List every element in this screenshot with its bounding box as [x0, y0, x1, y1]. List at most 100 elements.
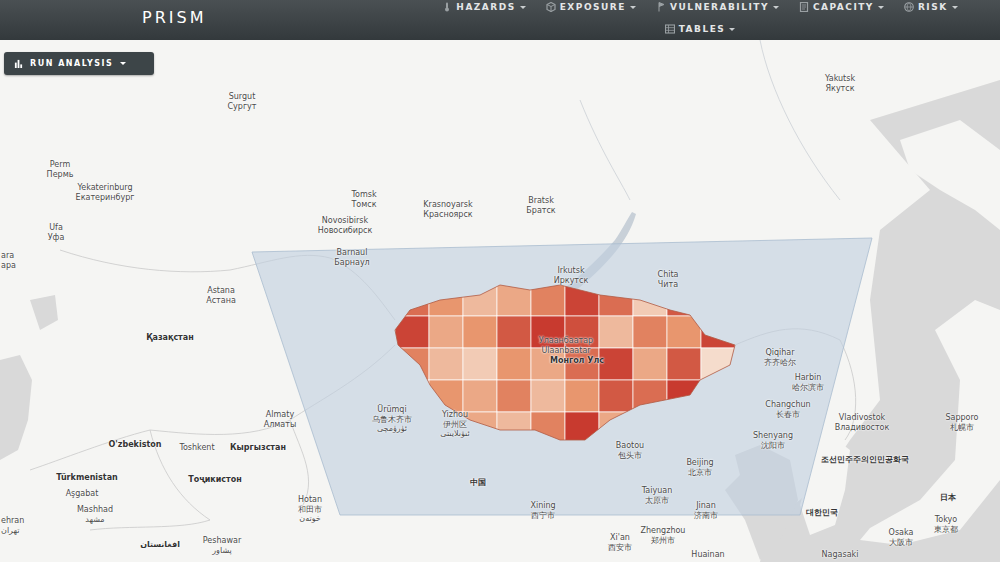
menu-row: TABLES	[665, 22, 736, 36]
district-region[interactable]	[565, 380, 599, 412]
district-region[interactable]	[667, 284, 701, 316]
city-label: Mashhadمشهد	[77, 505, 113, 524]
country-label: 日本	[940, 493, 956, 503]
bar-chart-icon	[14, 59, 23, 68]
city-label: Ürümqi乌鲁木齐市ئۈرۈمچی	[372, 405, 412, 434]
menu-item[interactable]: HAZARDS	[442, 2, 525, 12]
menu-item[interactable]: RISK	[904, 2, 958, 12]
country-label: 조선민주주의인민공화국	[821, 455, 909, 465]
city-label: YekaterinburgЕкатеринбург	[76, 183, 135, 202]
city-label: Nagasaki	[822, 550, 859, 560]
country-label: Қазақстан	[146, 333, 193, 343]
district-region[interactable]	[633, 380, 667, 412]
menu-item[interactable]: VULNERABILITY	[656, 2, 779, 12]
district-region[interactable]	[701, 412, 735, 444]
analysis-extent	[252, 238, 872, 515]
table-icon	[665, 24, 675, 34]
country-label: Монгол Улс	[550, 356, 604, 366]
district-region[interactable]	[599, 316, 633, 348]
city-label: Baotou包头市	[616, 441, 644, 460]
district-region[interactable]	[463, 348, 497, 380]
city-label: PermПермь	[47, 160, 74, 179]
district-region[interactable]	[633, 316, 667, 348]
district-region[interactable]	[599, 284, 633, 316]
dropdown-caret-icon	[729, 28, 735, 31]
city-label: VladivostokВладивосток	[835, 413, 890, 432]
city-label: Peshawarپشاور	[203, 536, 241, 555]
japan-land	[860, 300, 1000, 545]
city-label: KrasnoyarskКрасноярск	[423, 200, 472, 219]
city-label: SurgutСургут	[228, 92, 257, 111]
city-label: УлаанбаатарUlaanbaatar	[539, 336, 593, 355]
district-region[interactable]	[497, 316, 531, 348]
district-region[interactable]	[497, 284, 531, 316]
menu-item[interactable]: EXPOSURE	[546, 2, 636, 12]
dropdown-caret-icon	[520, 6, 526, 9]
district-region[interactable]	[565, 284, 599, 316]
map-view[interactable]: SurgutСургут PermПермьYekaterinburgЕкатер…	[0, 40, 1000, 562]
city-label: Aşgabat	[66, 489, 99, 499]
district-region[interactable]	[463, 380, 497, 412]
country-label: Тоҷикистон	[188, 475, 242, 485]
dropdown-caret-icon	[773, 6, 779, 9]
city-label: ChitaЧита	[658, 270, 679, 289]
city-label: Changchun长春市	[765, 400, 810, 419]
district-region[interactable]	[599, 380, 633, 412]
country-label: Türkmenistan	[56, 473, 118, 483]
district-region[interactable]	[429, 284, 463, 316]
city-label: Qiqihar齐齐哈尔	[764, 348, 796, 367]
district-region[interactable]	[463, 316, 497, 348]
district-region[interactable]	[395, 348, 429, 380]
city-label: Tokyo東京都	[934, 515, 958, 534]
district-region[interactable]	[429, 348, 463, 380]
district-region[interactable]	[429, 380, 463, 412]
district-region[interactable]	[463, 412, 497, 444]
district-region[interactable]	[633, 412, 667, 444]
district-region[interactable]	[497, 348, 531, 380]
city-label: UfaУфа	[48, 223, 65, 242]
district-region[interactable]	[395, 284, 429, 316]
city-label: BarnaulБарнаул	[334, 248, 369, 267]
country-label: 대한민국	[806, 508, 838, 518]
menu-item[interactable]: CAPACITY	[799, 2, 884, 12]
district-region[interactable]	[565, 412, 599, 444]
city-label: IrkutskИркутск	[554, 266, 589, 285]
country-label: Кыргызстан	[230, 443, 286, 453]
district-region[interactable]	[497, 380, 531, 412]
caspian-sea	[0, 355, 32, 460]
city-label: Shenyang沈阳市	[753, 431, 793, 450]
city-label: BratskБратск	[526, 196, 555, 215]
district-region[interactable]	[599, 348, 633, 380]
city-label: Xi'an西安市	[608, 533, 632, 552]
city-label: TomskТомск	[351, 190, 376, 209]
app-logo[interactable]: PRISM	[142, 0, 206, 27]
city-label: Zhengzhou郑州市	[641, 526, 686, 545]
district-region[interactable]	[395, 316, 429, 348]
run-analysis-button[interactable]: RUN ANALYSIS	[4, 52, 154, 75]
city-label: Huainan	[691, 550, 724, 560]
flag-icon	[656, 2, 666, 12]
city-label: NovosibirskНовосибирск	[318, 216, 373, 235]
district-region[interactable]	[531, 412, 565, 444]
country-label: O'zbekiston	[109, 440, 162, 450]
district-region[interactable]	[531, 380, 565, 412]
city-label: AlmatyАлматы	[264, 410, 297, 429]
district-region[interactable]	[497, 412, 531, 444]
cube-icon	[546, 2, 556, 12]
district-region[interactable]	[701, 284, 735, 316]
district-region[interactable]	[667, 316, 701, 348]
district-region[interactable]	[633, 348, 667, 380]
top-navbar: PRISM HAZARDS EXPOSURE VULNERABILITY CAP…	[0, 0, 1000, 40]
city-label: YakutskЯкутск	[825, 74, 855, 93]
city-label: AstanaАстана	[206, 286, 236, 305]
menu-row: HAZARDS EXPOSURE VULNERABILITY CAPACITY …	[442, 0, 957, 14]
globe-icon	[904, 2, 914, 12]
dropdown-caret-icon	[952, 6, 958, 9]
district-region[interactable]	[667, 348, 701, 380]
district-region[interactable]	[667, 412, 701, 444]
city-label: Beijing北京市	[686, 458, 713, 477]
district-region[interactable]	[701, 380, 735, 412]
country-label: 中国	[470, 478, 486, 488]
district-region[interactable]	[429, 316, 463, 348]
menu-item[interactable]: TABLES	[665, 24, 736, 34]
